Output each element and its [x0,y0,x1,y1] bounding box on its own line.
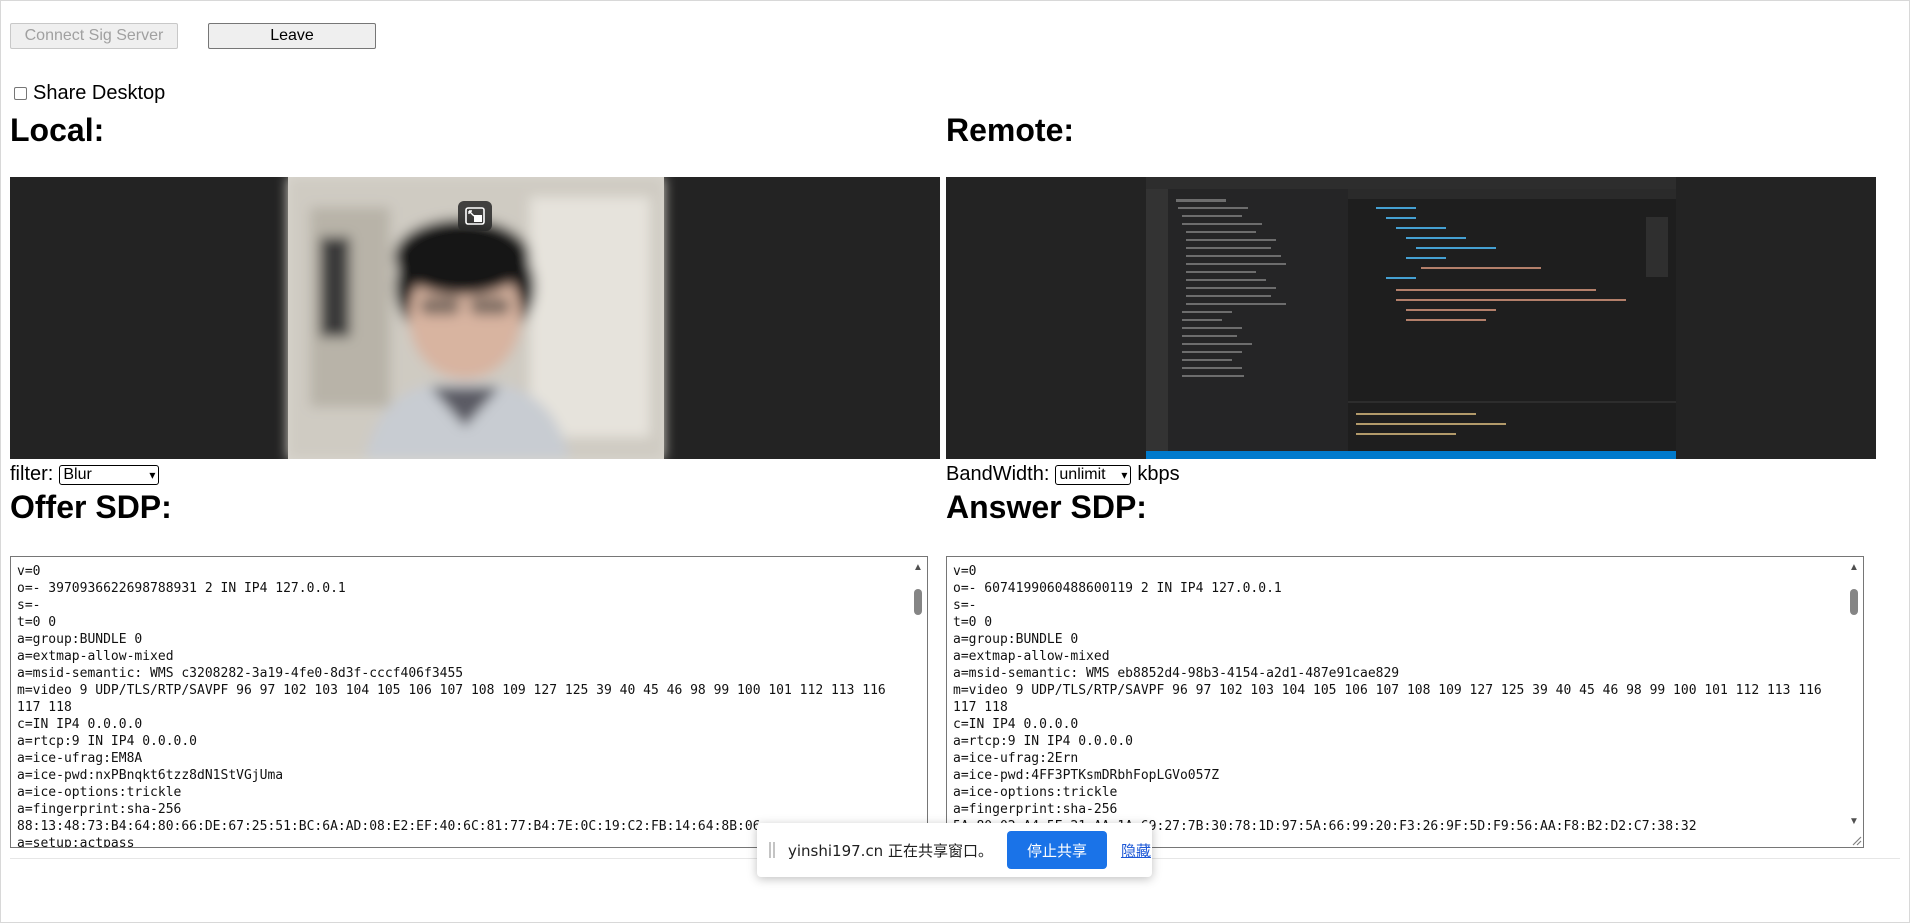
remote-heading: Remote: [946,112,1075,148]
share-desktop-label: Share Desktop [33,82,166,104]
hide-link[interactable]: 隐藏 [1121,840,1151,861]
stop-sharing-button[interactable]: 停止共享 [1006,831,1107,869]
local-heading: Local: [10,112,105,148]
answer-sdp-text: v=0 o=- 6074199060488600119 2 IN IP4 127… [953,564,1822,834]
bandwidth-label: BandWidth: [946,463,1050,485]
answer-sdp-heading: Answer SDP: [946,489,1147,525]
remote-screen-share-frame [1146,177,1676,459]
connect-sig-server-button[interactable]: Connect Sig Server [10,23,178,49]
share-desktop-checkbox[interactable] [14,87,27,100]
share-desktop-row: Share Desktop [14,82,165,105]
screen-share-notification-bar: yinshi197.cn 正在共享窗口。 停止共享 隐藏 [757,823,1152,877]
answer-sdp-scrollbar[interactable]: ▲ ▼ [1847,559,1861,845]
offer-sdp-textarea[interactable]: v=0 o=- 3970936622698788931 2 IN IP4 127… [10,556,928,848]
filter-label: filter: [10,463,54,485]
filter-select-value: Blur [63,465,92,483]
answer-sdp-textarea[interactable]: v=0 o=- 6074199060488600119 2 IN IP4 127… [946,556,1864,848]
offer-sdp-text: v=0 o=- 3970936622698788931 2 IN IP4 127… [17,564,886,848]
scroll-thumb[interactable] [914,589,922,615]
share-status-text: yinshi197.cn 正在共享窗口。 [788,841,993,860]
bandwidth-select-value: unlimit [1059,465,1106,483]
offer-sdp-heading: Offer SDP: [10,489,172,525]
chevron-down-icon: ▾ [149,467,156,482]
offer-sdp-scrollbar[interactable]: ▲ ▼ [911,559,925,845]
scroll-down-arrow-icon[interactable]: ▼ [1847,815,1861,827]
filter-select[interactable]: Blur ▾ [59,464,160,485]
pip-toggle-icon[interactable] [458,201,492,231]
remote-video[interactable] [946,177,1876,459]
scroll-up-arrow-icon[interactable]: ▲ [1847,561,1861,573]
scroll-up-arrow-icon[interactable]: ▲ [911,561,925,573]
local-video[interactable] [10,177,940,459]
scroll-thumb[interactable] [1850,589,1858,615]
bandwidth-row: BandWidth: unlimit ▾ kbps [946,463,1180,486]
resize-grip-icon[interactable] [1850,834,1862,846]
bandwidth-unit: kbps [1137,463,1180,485]
chevron-down-icon: ▾ [1121,467,1128,482]
leave-button[interactable]: Leave [208,23,376,49]
filter-row: filter: Blur ▾ [10,463,160,486]
drag-handle-icon[interactable] [769,842,775,858]
bandwidth-select[interactable]: unlimit ▾ [1055,464,1132,485]
